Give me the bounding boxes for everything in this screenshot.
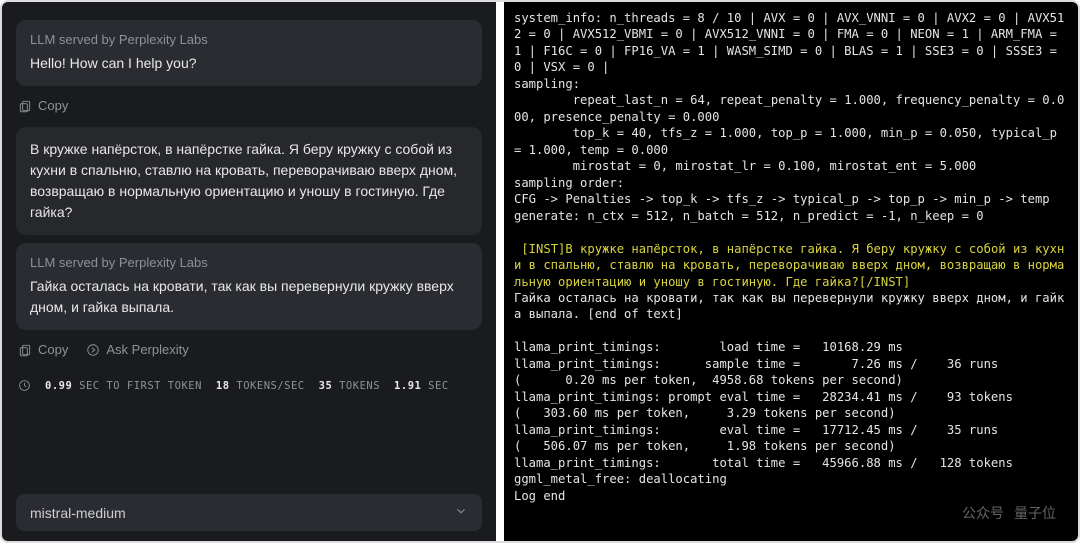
chevron-down-icon <box>454 504 468 521</box>
watermark-label2: 量子位 <box>1014 504 1056 523</box>
terminal-preamble: system_info: n_threads = 8 / 10 | AVX = … <box>514 11 1064 223</box>
assistant-bubble-1: LLM served by Perplexity Labs Hello! How… <box>16 20 482 86</box>
stat-total: 1.91 SEC <box>394 380 449 392</box>
watermark: 公众号 量子位 <box>926 503 1056 523</box>
split-view: LLM served by Perplexity Labs Hello! How… <box>0 0 1080 543</box>
model-name: mistral-medium <box>30 505 126 521</box>
assistant-greeting: Hello! How can I help you? <box>30 53 468 74</box>
actions-row-1: Copy <box>18 98 482 113</box>
wechat-icon <box>926 503 952 523</box>
panel-divider <box>496 2 504 541</box>
assistant-bubble-2: LLM served by Perplexity Labs Гайка оста… <box>16 243 482 330</box>
ask-label: Ask Perplexity <box>106 342 188 357</box>
stats-bar: 0.99 SEC TO FIRST TOKEN 18 TOKENS/SEC 35… <box>18 379 482 392</box>
terminal-panel: system_info: n_threads = 8 / 10 | AVX = … <box>504 2 1078 541</box>
served-by-label: LLM served by Perplexity Labs <box>30 32 468 47</box>
user-bubble: В кружке напёрсток, в напёрстке гайка. Я… <box>16 127 482 235</box>
terminal-inst-block: [INST]В кружке напёрсток, в напёрстке га… <box>514 242 1064 289</box>
model-select[interactable]: mistral-medium <box>16 494 482 531</box>
terminal-output: Гайка осталась на кровати, так как вы пе… <box>514 291 1064 503</box>
arrow-right-icon <box>86 343 100 357</box>
copy-button-2[interactable]: Copy <box>18 342 68 357</box>
chat-panel: LLM served by Perplexity Labs Hello! How… <box>2 2 496 541</box>
stat-tokens: 35 TOKENS <box>319 380 380 392</box>
copy-label: Copy <box>38 98 68 113</box>
actions-row-2: Copy Ask Perplexity <box>18 342 482 357</box>
ask-perplexity-button[interactable]: Ask Perplexity <box>86 342 188 357</box>
served-by-label-2: LLM served by Perplexity Labs <box>30 255 468 270</box>
copy-button[interactable]: Copy <box>18 98 68 113</box>
stat-tps: 18 TOKENS/SEC <box>216 380 305 392</box>
clock-icon <box>18 379 31 392</box>
stat-ttft: 0.99 SEC TO FIRST TOKEN <box>45 380 202 392</box>
clipboard-icon <box>18 99 32 113</box>
clipboard-icon <box>18 343 32 357</box>
watermark-label1: 公众号 <box>962 504 1004 523</box>
user-message: В кружке напёрсток, в напёрстке гайка. Я… <box>30 139 468 223</box>
assistant-message: Гайка осталась на кровати, так как вы пе… <box>30 276 468 318</box>
copy-label: Copy <box>38 342 68 357</box>
